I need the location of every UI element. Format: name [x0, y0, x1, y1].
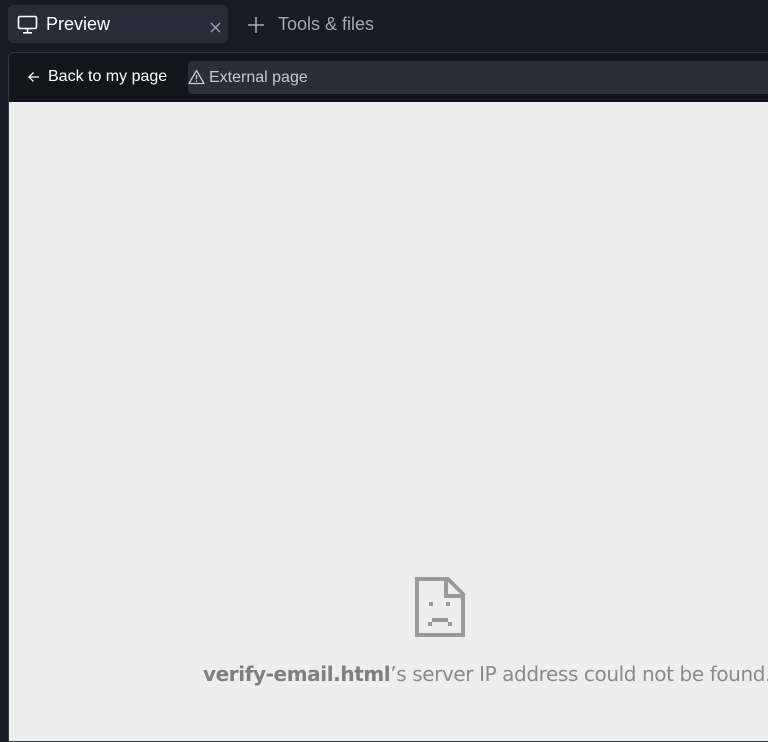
- warning-icon: [188, 69, 205, 85]
- address-bar[interactable]: External page: [188, 61, 768, 94]
- error-message: verify-email.html’s server IP address co…: [203, 662, 768, 686]
- error-host: verify-email.html: [203, 662, 391, 686]
- arrow-left-icon: [28, 72, 39, 82]
- tab-preview-label: Preview: [46, 14, 111, 34]
- error-text: ’s server IP address could not be found.: [390, 662, 768, 686]
- tab-preview[interactable]: Preview: [8, 5, 228, 43]
- preview-panel: Back to my page External page verify-ema…: [8, 52, 768, 742]
- tab-tools-files-label: Tools & files: [278, 14, 375, 34]
- preview-navbar: Back to my page External page: [9, 53, 768, 102]
- back-to-my-page-button[interactable]: Back to my page: [25, 65, 173, 89]
- address-bar-label: External page: [209, 69, 308, 86]
- tab-bar: Preview Tools & files: [0, 0, 768, 50]
- close-icon[interactable]: [210, 22, 221, 33]
- error-page: verify-email.html’s server IP address co…: [9, 102, 768, 741]
- plus-icon: [248, 17, 264, 33]
- monitor-icon: [17, 15, 38, 34]
- back-to-my-page-label: Back to my page: [48, 68, 168, 85]
- tab-tools-files[interactable]: Tools & files: [240, 5, 400, 43]
- sad-document-icon: [415, 577, 465, 637]
